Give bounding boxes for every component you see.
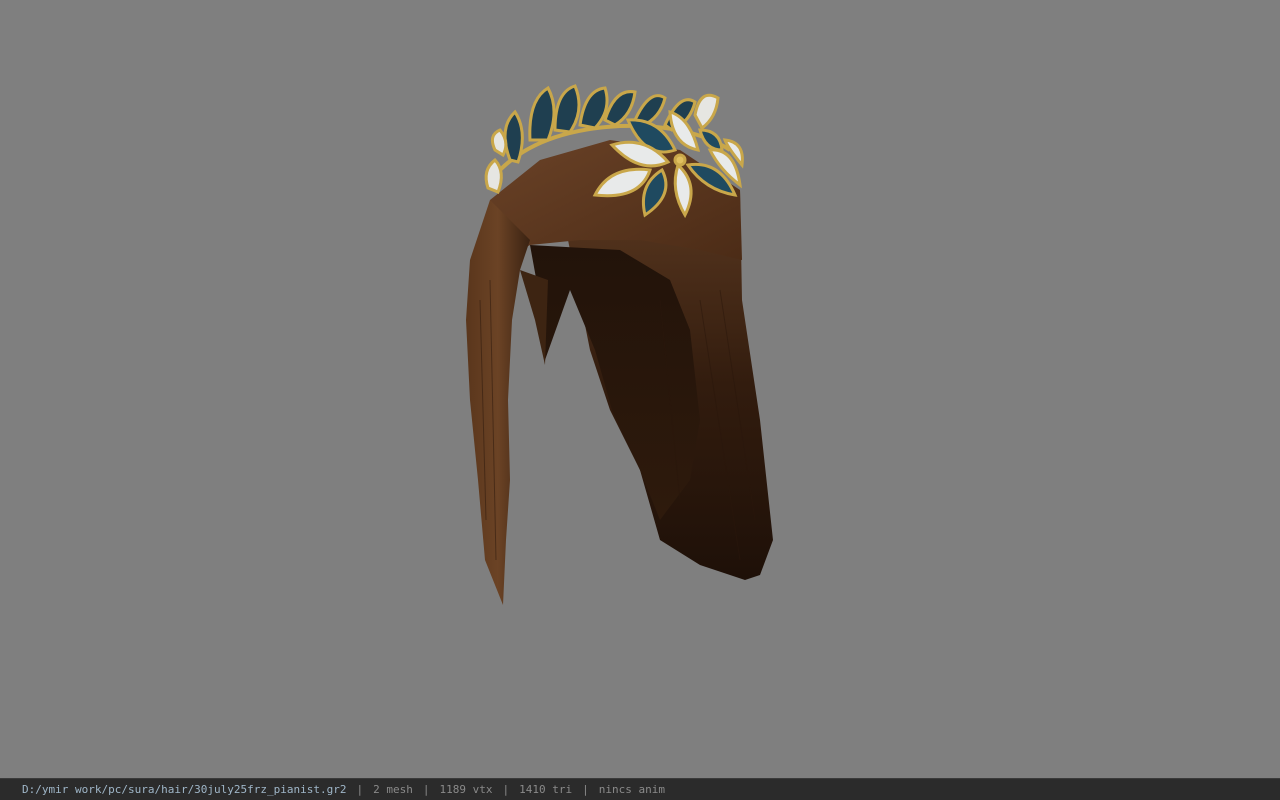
vertex-count-label: 1189 vtx xyxy=(439,783,493,796)
hair-left-lock xyxy=(466,200,530,605)
triangle-count-label: 1410 tri xyxy=(519,783,573,796)
3d-viewport[interactable] xyxy=(0,0,1280,778)
separator: | xyxy=(356,783,364,796)
mesh-count-label: 2 mesh xyxy=(373,783,413,796)
hair-model-render xyxy=(466,84,773,605)
separator: | xyxy=(422,783,430,796)
animation-status-label: nincs anim xyxy=(598,783,665,796)
status-bar: D:/ymir work/pc/sura/hair/30july25frz_pi… xyxy=(0,778,1280,800)
file-path-label: D:/ymir work/pc/sura/hair/30july25frz_pi… xyxy=(22,783,347,796)
separator: | xyxy=(502,783,510,796)
hair-strand xyxy=(520,270,548,365)
separator: | xyxy=(582,783,589,796)
